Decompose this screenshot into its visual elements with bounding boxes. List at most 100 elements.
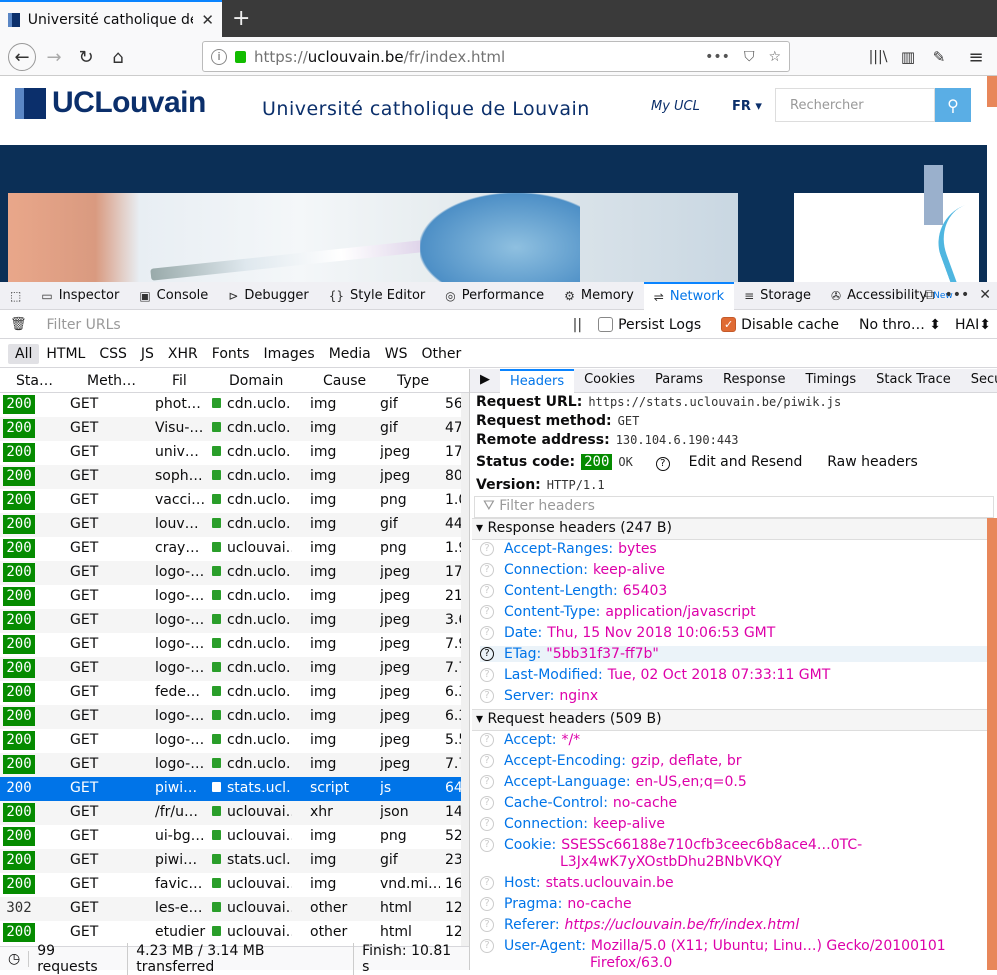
type-media[interactable]: Media	[322, 344, 378, 364]
uclouvain-logo[interactable]: UCLouvain	[15, 86, 206, 120]
table-row[interactable]: 200 GET favic… uclouvai… img vnd.mi… 16	[0, 873, 461, 897]
help-icon[interactable]: ?	[480, 838, 494, 852]
table-row[interactable]: 200 GET etudier uclouvai… other html 12	[0, 921, 461, 945]
header-row[interactable]: ? Host: stats.uclouvain.be	[480, 875, 674, 891]
help-icon[interactable]: ?	[480, 918, 494, 932]
help-icon[interactable]: ?	[480, 817, 494, 831]
response-headers-section[interactable]: ▾ Response headers (247 B)	[472, 518, 987, 540]
table-row[interactable]: 200 GET univ… cdn.uclo… img jpeg 17	[0, 441, 461, 465]
header-row[interactable]: ? Connection: keep-alive	[480, 562, 665, 578]
tab-headers[interactable]: Headers	[500, 368, 575, 393]
tab-response[interactable]: Response	[713, 369, 795, 393]
table-row[interactable]: 200 GET cray… uclouvai… img png 1.9	[0, 537, 461, 561]
tab-timings[interactable]: Timings	[795, 369, 866, 393]
type-css[interactable]: CSS	[92, 344, 134, 364]
table-row[interactable]: 200 GET soph… cdn.uclo… img jpeg 80	[0, 465, 461, 489]
table-row[interactable]: 200 GET ui-bg… uclouvai… img png 52	[0, 825, 461, 849]
header-row[interactable]: ? Date: Thu, 15 Nov 2018 10:06:53 GMT	[480, 625, 775, 641]
header-row[interactable]: ? Accept-Ranges: bytes	[480, 541, 657, 557]
help-icon[interactable]: ?	[480, 605, 494, 619]
extension-icon[interactable]: ✎	[925, 43, 953, 71]
bookmark-star-icon[interactable]: ☆	[768, 49, 781, 65]
header-row[interactable]: ? ETag: "5bb31f37-ff7b"	[480, 646, 987, 662]
har-menu[interactable]: HAI⬍	[955, 317, 991, 333]
tab-style-editor[interactable]: {} Style Editor	[319, 282, 436, 310]
reload-icon[interactable]: ↻	[72, 43, 100, 71]
tab-storage[interactable]: ≡ Storage	[734, 282, 821, 310]
filter-headers-input[interactable]: ⛛ Filter headers	[474, 496, 994, 518]
header-row[interactable]: ? Accept-Language: en-US,en;q=0.5	[480, 774, 747, 790]
disable-cache-checkbox[interactable]: ✓ Disable cache	[721, 317, 839, 333]
help-icon[interactable]: ?	[480, 796, 494, 810]
header-row[interactable]: ? Cache-Control: no-cache	[480, 795, 677, 811]
clock-icon[interactable]: ◷	[0, 950, 30, 967]
header-row[interactable]: ? Connection: keep-alive	[480, 816, 665, 832]
header-row[interactable]: ? Accept: */*	[480, 732, 580, 748]
browser-tab[interactable]: Université catholique de Louvain ✕	[0, 0, 222, 37]
trash-icon[interactable]: 🗑	[10, 317, 27, 332]
type-fonts[interactable]: Fonts	[205, 344, 257, 364]
tab-network[interactable]: ⇌ Network	[643, 281, 735, 310]
language-selector[interactable]: FR ▾	[732, 99, 762, 114]
type-all[interactable]: All	[8, 343, 40, 364]
menu-icon[interactable]: ≡	[962, 43, 990, 71]
panel-splitter[interactable]	[469, 369, 470, 970]
persist-logs-checkbox[interactable]: Persist Logs	[598, 317, 701, 333]
header-row[interactable]: ? Content-Length: 65403	[480, 583, 667, 599]
tab-security[interactable]: Security	[961, 369, 997, 393]
table-row[interactable]: 200 GET/fr/u… uclouvai… xhr json 14	[0, 801, 461, 825]
url-text[interactable]: https://uclouvain.be/fr/index.html	[254, 48, 691, 66]
help-icon[interactable]: ?	[480, 647, 494, 661]
tab-debugger[interactable]: ⊳ Debugger	[218, 282, 318, 310]
pause-icon[interactable]: ||	[573, 317, 582, 333]
info-icon[interactable]: i	[211, 48, 227, 65]
search-icon[interactable]: ⚲	[935, 88, 971, 122]
tab-params[interactable]: Params	[645, 369, 713, 393]
type-ws[interactable]: WS	[378, 344, 415, 364]
library-icon[interactable]: |||\	[864, 43, 892, 71]
details-scrollbar[interactable]	[987, 518, 997, 970]
type-images[interactable]: Images	[257, 344, 322, 364]
close-tab-icon[interactable]: ✕	[201, 11, 214, 29]
table-row[interactable]: 200 GET logo-… cdn.uclo… img jpeg 5.5	[0, 729, 461, 753]
page-scrollbar[interactable]	[987, 76, 997, 107]
header-row[interactable]: ? Cookie: SSESSc66188e710cfb3ceec6b8ace4…0…	[480, 837, 862, 853]
toggle-sidebar-icon[interactable]: ▶	[470, 369, 500, 393]
help-icon[interactable]: ?	[480, 563, 494, 577]
header-row[interactable]: ? Accept-Encoding: gzip, deflate, br	[480, 753, 741, 769]
table-row[interactable]: 200 GET logo-… cdn.uclo… img jpeg 7.7	[0, 657, 461, 681]
filter-urls-input[interactable]: Filter URLs	[47, 317, 573, 333]
type-html[interactable]: HTML	[39, 344, 92, 364]
header-row[interactable]: ? Referer: https://uclouvain.be/fr/index.h…	[480, 917, 799, 933]
edit-resend-button[interactable]: Edit and Resend	[689, 454, 803, 470]
help-icon[interactable]: ?	[480, 668, 494, 682]
help-icon[interactable]: ?	[480, 584, 494, 598]
tab-cookies[interactable]: Cookies	[574, 369, 645, 393]
page-actions-icon[interactable]: •••	[705, 49, 730, 65]
close-devtools-icon[interactable]: ✕	[979, 287, 991, 303]
myucl-link[interactable]: My UCL	[651, 99, 700, 114]
table-row[interactable]: 200 GET logo-… cdn.uclo… img jpeg 7.9	[0, 633, 461, 657]
table-row[interactable]: 200 GET piwi… stats.ucl… script js 64	[0, 777, 461, 801]
table-row[interactable]: 200 GET logo-… cdn.uclo… img jpeg 21	[0, 585, 461, 609]
throttle-select[interactable]: No thro… ⬍	[859, 317, 941, 333]
raw-headers-button[interactable]: Raw headers	[827, 454, 918, 470]
back-icon[interactable]: ←	[8, 43, 36, 71]
element-picker-icon[interactable]: ⬚	[0, 282, 31, 310]
table-row[interactable]: 200 GET fede… cdn.uclo… img jpeg 6.3	[0, 681, 461, 705]
site-search-input[interactable]: Rechercher	[775, 88, 935, 122]
table-row[interactable]: 200 GET phot… cdn.uclo… img gif 56	[0, 393, 461, 417]
tab-performance[interactable]: ◎ Performance	[435, 282, 554, 310]
table-row[interactable]: 200 GET vacci… cdn.uclo… img png 1.0	[0, 489, 461, 513]
type-js[interactable]: JS	[134, 344, 161, 364]
tab-inspector[interactable]: ▭ Inspector	[31, 282, 129, 310]
col-cause[interactable]: Cause	[323, 373, 373, 389]
tab-console[interactable]: ▣ Console	[129, 282, 218, 310]
table-row[interactable]: 200 GET louv… cdn.uclo… img gif 44	[0, 513, 461, 537]
col-domain[interactable]: Domain	[229, 373, 299, 389]
table-row[interactable]: 302 GET les-e… uclouvai… other html 12	[0, 897, 461, 921]
url-bar[interactable]: i https://uclouvain.be/fr/index.html •••…	[202, 41, 790, 72]
sidebar-icon[interactable]: ▥	[894, 43, 922, 71]
header-row[interactable]: ? User-Agent: Mozilla/5.0 (X11; Ubuntu; Li…	[480, 938, 946, 954]
type-xhr[interactable]: XHR	[161, 344, 205, 364]
